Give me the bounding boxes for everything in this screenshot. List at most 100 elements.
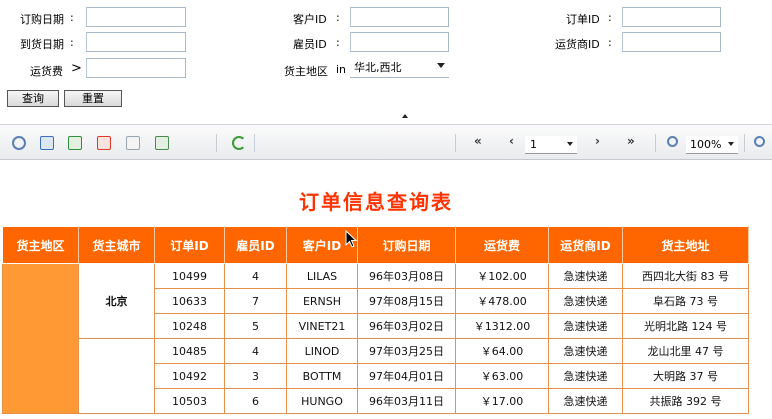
table-cell: 光明北路 124 号 [622,313,749,339]
column-header: 雇员ID [224,226,287,264]
reset-button[interactable]: 重置 [64,90,122,107]
order-date-label: 订购日期 [20,13,64,26]
chevron-down-icon [567,142,573,146]
table-cell: 6 [224,388,287,414]
table-cell: BOTTM [286,363,358,389]
zoom-select[interactable]: 100% [686,136,738,154]
table-cell: 4 [224,263,287,289]
employee-id-input[interactable] [350,32,449,52]
region-cell [2,263,79,414]
toolbar-divider [655,134,656,152]
export-pdf-icon[interactable] [97,136,111,150]
table-cell: 10633 [154,288,225,314]
region-operator: in [336,63,347,76]
table-header-row: 货主地区 货主城市 订单ID 雇员ID 客户ID 订购日期 运货费 运货商ID … [2,226,749,264]
report-toolbar: « ‹ › » [0,124,772,160]
colon: : [70,36,74,49]
query-button[interactable]: 查询 [7,90,59,107]
page-number-value: 1 [530,138,537,151]
last-page-button[interactable]: » [627,134,635,148]
table-cell: ￥478.00 [455,288,549,314]
toolbar-divider [216,134,217,152]
chevron-down-icon [437,63,445,68]
table-cell: 急速快递 [548,338,623,364]
export-word-icon[interactable] [40,136,54,150]
arrive-date-input[interactable] [86,32,186,52]
customer-id-input[interactable] [350,7,449,27]
table-cell: 10499 [154,263,225,289]
refresh-icon[interactable] [232,136,246,150]
table-cell: 10503 [154,388,225,414]
prev-page-button[interactable]: ‹ [509,134,514,148]
employee-id-label: 雇员ID [293,38,327,51]
table-cell: ￥64.00 [455,338,549,364]
table-cell: 大明路 37 号 [622,363,749,389]
table-cell: ￥63.00 [455,363,549,389]
table-cell: 阜石路 73 号 [622,288,749,314]
column-header: 货主地区 [2,226,79,264]
order-id-input[interactable] [622,7,721,27]
report-title: 订单信息查询表 [299,190,453,214]
colon: : [70,11,74,24]
mouse-cursor-icon [345,230,357,248]
column-header: 订单ID [154,226,225,264]
table-row: 北京 10499 4 LILAS 96年03月08日 ￥102.00 急速快递 … [2,263,749,414]
column-header: 订购日期 [357,226,456,264]
table-cell: 97年04月01日 [357,363,456,389]
page-number-select[interactable]: 1 [525,136,577,154]
freight-input[interactable] [86,58,186,78]
city-cell [78,338,155,414]
first-page-button[interactable]: « [474,134,482,148]
shipper-id-label: 运货商ID [555,38,600,51]
table-cell: VINET21 [286,313,358,339]
arrive-date-label: 到货日期 [20,38,64,51]
table-cell: 5 [224,313,287,339]
export-image-icon[interactable] [155,136,169,150]
zoom-out-icon[interactable] [667,136,678,147]
table-cell: 急速快递 [548,288,623,314]
shipper-id-input[interactable] [622,32,721,52]
table-cell: 97年08月15日 [357,288,456,314]
colon: : [608,11,612,24]
table-cell: 7 [224,288,287,314]
table-cell: 西四北大街 83 号 [622,263,749,289]
table-cell: 10485 [154,338,225,364]
order-id-label: 订单ID [566,13,600,26]
chevron-down-icon [728,142,734,146]
next-page-button[interactable]: › [595,134,600,148]
column-header: 货主城市 [78,226,155,264]
search-icon[interactable] [12,136,26,150]
toolbar-divider [254,134,255,152]
city-cell: 北京 [78,263,155,339]
table-cell: 96年03月08日 [357,263,456,289]
zoom-in-icon[interactable] [754,136,765,147]
column-header: 运货费 [455,226,549,264]
table-cell: 急速快递 [548,263,623,289]
table-cell: LILAS [286,263,358,289]
table-cell: 龙山北里 47 号 [622,338,749,364]
export-text-icon[interactable] [126,136,140,150]
region-select-value: 华北,西北 [354,61,402,74]
table-cell: 3 [224,363,287,389]
zoom-value: 100% [690,138,722,151]
table-cell: LINOD [286,338,358,364]
column-header: 货主地址 [622,226,749,264]
region-select[interactable]: 华北,西北 [350,58,449,78]
export-excel-icon[interactable] [68,136,82,150]
collapse-arrow-icon[interactable] [402,114,408,118]
toolbar-divider [455,134,456,152]
customer-id-label: 客户ID [293,13,327,26]
column-header: 运货商ID [548,226,623,264]
table-cell: 急速快递 [548,363,623,389]
table-cell: 10248 [154,313,225,339]
table-cell: 急速快递 [548,388,623,414]
table-cell: 10492 [154,363,225,389]
table-cell: ￥1312.00 [455,313,549,339]
order-date-input[interactable] [86,7,186,27]
table-cell: 97年03月25日 [357,338,456,364]
colon: : [336,36,340,49]
colon: : [608,36,612,49]
table-cell: 急速快递 [548,313,623,339]
table-cell: HUNGO [286,388,358,414]
table-cell: 共振路 392 号 [622,388,749,414]
